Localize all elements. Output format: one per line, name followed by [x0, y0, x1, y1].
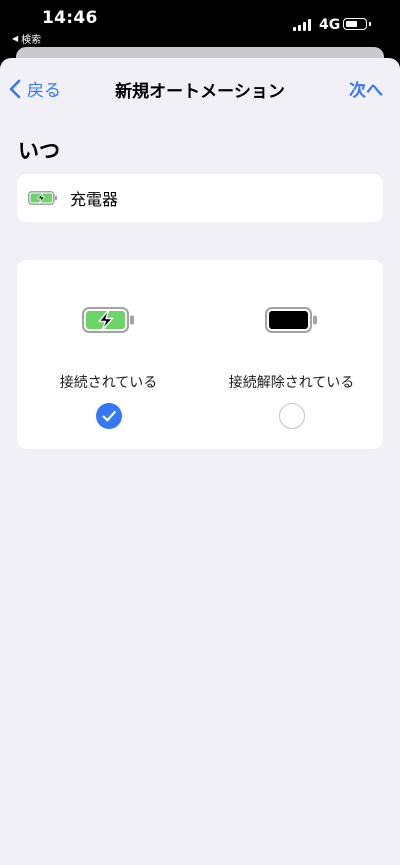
- network-type: 4G: [319, 17, 341, 33]
- status-time: 14:46: [42, 8, 98, 28]
- trigger-label: 充電器: [70, 190, 119, 209]
- option-disconnected[interactable]: 接続解除されている: [200, 260, 383, 449]
- back-to-app-label: 検索: [21, 35, 42, 46]
- back-to-app-link[interactable]: ◀ 検索: [12, 31, 41, 46]
- section-title: いつ: [18, 139, 60, 163]
- option-label: 接続解除されている: [228, 375, 355, 391]
- battery-charging-icon: [81, 307, 134, 333]
- trigger-row-charger[interactable]: 充電器: [17, 174, 383, 222]
- option-label: 接続されている: [59, 375, 158, 391]
- cellular-signal-icon: [293, 19, 311, 31]
- back-button-label: 戻る: [27, 81, 61, 101]
- radio-unselected-icon[interactable]: [278, 403, 305, 429]
- option-connected[interactable]: 接続されている: [17, 260, 200, 449]
- navigation-bar: 戻る 新規オートメーション 次へ: [0, 58, 400, 116]
- status-battery-icon: [343, 18, 371, 30]
- back-button[interactable]: 戻る: [9, 76, 61, 101]
- battery-full-icon: [264, 307, 317, 333]
- automation-sheet: 戻る 新規オートメーション 次へ いつ 充電器 接続されている 接続解除されてい…: [0, 58, 400, 865]
- triangle-left-icon: ◀: [12, 34, 19, 43]
- battery-charging-icon: [28, 191, 57, 205]
- chevron-left-icon: [9, 79, 21, 98]
- checkmark-selected-icon[interactable]: [95, 403, 122, 429]
- next-button[interactable]: 次へ: [349, 76, 383, 101]
- charger-state-options: 接続されている 接続解除されている: [17, 260, 383, 449]
